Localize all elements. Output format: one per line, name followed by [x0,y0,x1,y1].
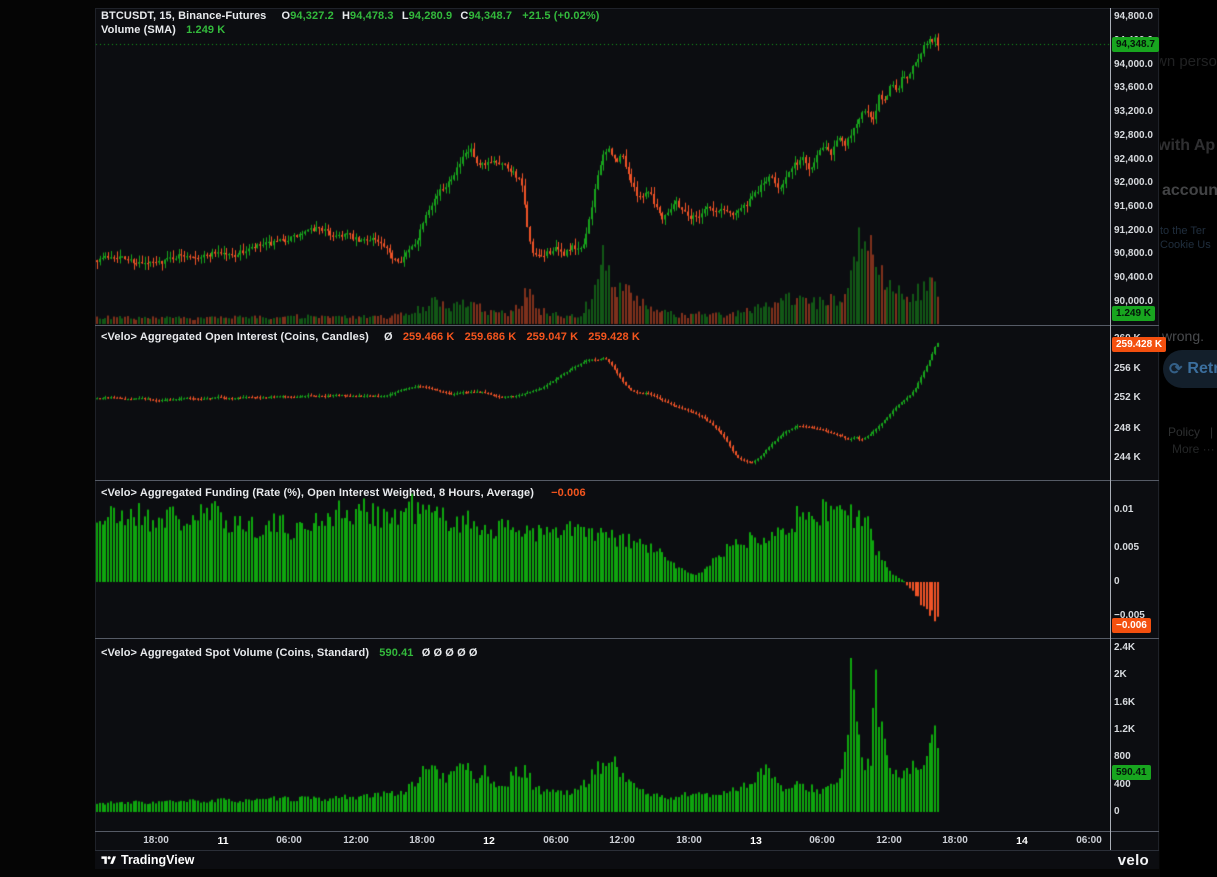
low-label: L [402,10,409,22]
funding-title[interactable]: <Velo> Aggregated Funding (Rate (%), Ope… [101,487,534,499]
legend-pane-price[interactable]: BTCUSDT, 15, Binance-Futures O94,327.2 H… [101,10,599,22]
oi-value-2: 259.686 K [465,331,517,343]
oi-title[interactable]: <Velo> Aggregated Open Interest (Coins, … [101,331,369,343]
time-tick-label: 12:00 [864,835,914,846]
oi-badge: 259.428 K [1112,337,1166,352]
funding-badge: −0.006 [1112,618,1151,633]
spot-value: 590.41 [379,647,413,659]
legend-spot-volume[interactable]: <Velo> Aggregated Spot Volume (Coins, St… [101,647,478,659]
time-tick-label: 12:00 [331,835,381,846]
low-value: 94,280.9 [409,10,453,22]
volume-badge: 1.249 K [1112,306,1155,321]
pane-divider-2[interactable] [95,480,1159,481]
time-tick-label: 18:00 [397,835,447,846]
spot-phis: Ø Ø Ø Ø Ø [422,647,478,659]
time-tick-label: 06:00 [531,835,581,846]
close-value: 94,348.7 [468,10,512,22]
last-price-badge: 94,348.7 [1112,37,1159,52]
velo-logo: velo [1118,852,1149,869]
change-value: +21.5 (+0.02%) [522,10,599,22]
page: BTCUSDT, 15, Binance-Futures O94,327.2 H… [0,0,1217,877]
volume-label[interactable]: Volume (SMA) [101,24,176,36]
time-tick-label: 18:00 [131,835,181,846]
time-tick-label: 18:00 [930,835,980,846]
spot-badge: 590.41 [1112,765,1151,780]
open-value: 94,327.2 [290,10,334,22]
tradingview-label: TradingView [121,853,194,867]
oi-phi: Ø [384,331,393,343]
oi-value-3: 259.047 K [526,331,578,343]
funding-value: −0.006 [551,487,586,499]
time-tick-label: 14 [997,835,1047,847]
time-tick-label: 06:00 [264,835,314,846]
time-tick-label: 18:00 [664,835,714,846]
attribution-bar: TradingView velo [95,850,1159,869]
price-axis-border [1110,8,1111,850]
legend-open-interest[interactable]: <Velo> Aggregated Open Interest (Coins, … [101,331,640,343]
legend-funding[interactable]: <Velo> Aggregated Funding (Rate (%), Ope… [101,487,586,499]
pane-divider-3[interactable] [95,638,1159,639]
time-tick-label: 12:00 [597,835,647,846]
time-tick-label: 13 [731,835,781,847]
high-value: 94,478.3 [350,10,394,22]
oi-value-1: 259.466 K [403,331,455,343]
time-tick-label: 11 [198,835,248,847]
spot-title[interactable]: <Velo> Aggregated Spot Volume (Coins, St… [101,647,369,659]
pane-divider-1[interactable] [95,325,1159,326]
chart-canvas[interactable] [0,0,1217,877]
time-tick-label: 06:00 [1064,835,1114,846]
tradingview-logo-icon [101,854,116,867]
high-label: H [342,10,350,22]
time-tick-label: 12 [464,835,514,847]
legend-volume[interactable]: Volume (SMA) 1.249 K [101,24,225,36]
open-label: O [282,10,291,22]
symbol-title[interactable]: BTCUSDT, 15, Binance-Futures [101,10,266,22]
oi-value-4: 259.428 K [588,331,640,343]
tradingview-link[interactable]: TradingView [101,853,194,867]
time-tick-label: 06:00 [797,835,847,846]
volume-value: 1.249 K [186,24,225,36]
time-axis[interactable]: 18:00 11 06:00 12:00 18:00 12 06:00 12:00 18:00 1… [95,831,1110,850]
